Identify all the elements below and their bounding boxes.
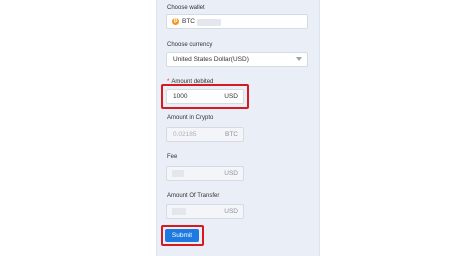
amount-crypto-unit: BTC: [225, 131, 238, 138]
amount-crypto-label: Amount in Crypto: [167, 115, 214, 121]
amount-debited-unit: USD: [224, 93, 238, 100]
amount-transfer-value-redacted: [172, 208, 186, 215]
fee-value-redacted: [172, 170, 184, 177]
amount-transfer-unit: USD: [224, 208, 238, 215]
amount-debited-value: 1000: [173, 93, 188, 100]
fee-unit: USD: [224, 170, 238, 177]
amount-transfer-label: Amount Of Transfer: [167, 193, 220, 199]
amount-transfer-input: USD: [166, 204, 244, 219]
wallet-address-redacted: [197, 19, 221, 26]
currency-value: United States Dollar(USD): [173, 56, 249, 63]
amount-crypto-value: 0.02185: [173, 131, 197, 138]
currency-label: Choose currency: [167, 42, 213, 48]
wallet-value: BTC: [182, 18, 195, 25]
chevron-down-icon: [296, 57, 302, 61]
fee-label: Fee: [167, 154, 178, 160]
transfer-form-panel: Choose wallet ₿ BTC Choose currency Unit…: [156, 0, 320, 256]
submit-button[interactable]: Submit: [165, 229, 199, 242]
wallet-select[interactable]: ₿ BTC: [166, 14, 308, 29]
wallet-label: Choose wallet: [167, 5, 205, 11]
currency-select[interactable]: United States Dollar(USD): [166, 52, 308, 67]
bitcoin-icon: ₿: [172, 18, 179, 25]
fee-input: USD: [166, 166, 244, 181]
amount-crypto-input: 0.02185 BTC: [166, 127, 244, 142]
amount-debited-input[interactable]: 1000 USD: [166, 89, 244, 104]
